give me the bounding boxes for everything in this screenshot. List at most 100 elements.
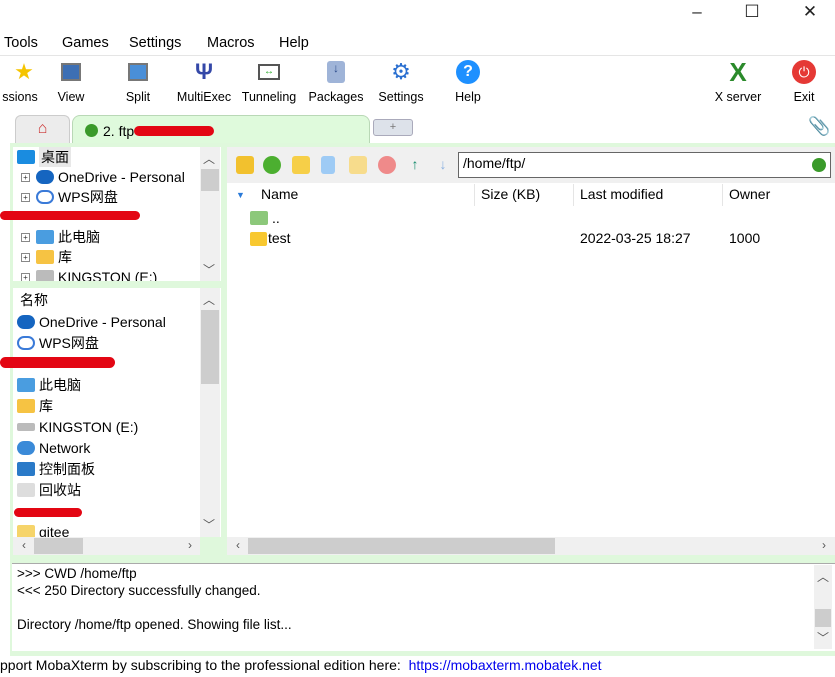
power-icon: ⏻	[769, 58, 835, 86]
menu-help[interactable]: Help	[279, 35, 309, 51]
cloud-icon	[36, 170, 54, 184]
menu-divider	[0, 55, 835, 56]
computer-icon	[17, 378, 35, 392]
help-button[interactable]: ? Help	[433, 58, 503, 104]
expand-icon[interactable]: +	[21, 172, 30, 182]
local-file-list: 名称 OneDrive - Personal WPS网盘 此电脑 库 KINGS…	[13, 288, 221, 537]
column-header-name[interactable]: Name	[261, 186, 298, 202]
new-folder-icon[interactable]	[292, 156, 310, 174]
tree-item-wps[interactable]: + WPS网盘	[21, 187, 118, 207]
packages-button[interactable]: ↓ Packages	[301, 58, 371, 104]
view-icon	[36, 58, 106, 86]
maximize-button[interactable]: ☐	[737, 2, 767, 22]
upload-icon[interactable]: ↑	[406, 156, 424, 174]
globe-icon	[812, 158, 826, 172]
column-divider	[722, 184, 723, 206]
menu-macros[interactable]: Macros	[207, 35, 255, 51]
view-button[interactable]: View	[36, 58, 106, 104]
tree-item-this-pc[interactable]: + 此电脑	[21, 227, 100, 247]
column-header-modified[interactable]: Last modified	[580, 186, 663, 202]
tree-item-library[interactable]: + 库	[21, 247, 72, 267]
tree-item-desktop[interactable]: 桌面	[17, 147, 71, 167]
drive-icon	[36, 270, 54, 281]
column-header-owner[interactable]: Owner	[729, 186, 770, 202]
remote-pane	[227, 147, 835, 537]
computer-icon	[36, 230, 54, 244]
split-icon	[103, 58, 173, 86]
mobatek-link[interactable]: https://mobaxterm.mobatek.net	[409, 657, 602, 673]
network-icon	[17, 441, 35, 455]
redaction-mark	[134, 125, 215, 136]
list-item[interactable]: WPS网盘	[17, 333, 99, 353]
list-item[interactable]: Network	[17, 438, 90, 458]
menu-tools[interactable]: Tools	[4, 35, 38, 51]
menu-games[interactable]: Games	[62, 35, 109, 51]
parent-folder-icon	[250, 211, 268, 225]
list-item[interactable]: KINGSTON (E:)	[17, 417, 138, 437]
table-row[interactable]: test 2022-03-25 18:27 1000	[250, 229, 830, 249]
column-divider	[474, 184, 475, 206]
expand-icon[interactable]: +	[21, 192, 30, 202]
list-item[interactable]: 库	[17, 396, 53, 416]
settings-button[interactable]: ⚙ Settings	[366, 58, 436, 104]
list-scrollbar[interactable]: ︿ ﹀	[200, 288, 220, 537]
ftp-session-tab[interactable]: 2. ftp	[72, 115, 370, 145]
delete-icon[interactable]	[378, 156, 396, 174]
sessions-button[interactable]: ★ ssions	[0, 58, 40, 104]
close-button[interactable]: ✕	[795, 2, 825, 22]
star-icon: ★	[14, 59, 34, 84]
tunneling-button[interactable]: ↔ Tunneling	[234, 58, 304, 104]
split-button[interactable]: Split	[103, 58, 173, 104]
help-icon: ?	[433, 58, 503, 86]
list-item[interactable]: gitee	[17, 522, 69, 537]
column-header-name[interactable]: 名称	[20, 290, 48, 310]
expand-icon[interactable]: +	[21, 272, 30, 281]
expand-icon[interactable]: +	[21, 232, 30, 242]
sort-arrow-icon: ▼	[236, 190, 245, 200]
recycle-bin-icon	[17, 483, 35, 497]
refresh-icon[interactable]	[263, 156, 281, 174]
redaction-mark	[0, 357, 115, 368]
tree-item-onedrive[interactable]: + OneDrive - Personal	[21, 167, 185, 187]
desktop-icon	[17, 150, 35, 164]
packages-icon: ↓	[301, 58, 371, 86]
list-h-scrollbar[interactable]: ‹ ›	[13, 537, 200, 555]
menu-settings[interactable]: Settings	[129, 35, 181, 51]
multiexec-button[interactable]: Ψ MultiExec	[169, 58, 239, 104]
gear-icon: ⚙	[391, 59, 411, 84]
log-line: <<< 250 Directory successfully changed.	[17, 583, 261, 598]
paperclip-icon[interactable]: 📎	[808, 116, 830, 137]
home-tab[interactable]: ⌂	[15, 115, 70, 143]
cloud-outline-icon	[17, 336, 35, 350]
globe-icon	[85, 124, 98, 137]
tree-item-kingston[interactable]: + KINGSTON (E:)	[21, 267, 157, 281]
library-icon	[17, 399, 35, 413]
parent-folder-icon[interactable]	[236, 156, 254, 174]
tree-scrollbar[interactable]: ︿ ﹀	[200, 147, 220, 281]
redaction-mark	[14, 508, 82, 517]
log-scrollbar[interactable]: ︿ ﹀	[814, 565, 832, 649]
expand-icon[interactable]: +	[21, 252, 30, 262]
list-item[interactable]: OneDrive - Personal	[17, 312, 166, 332]
cloud-icon	[17, 315, 35, 329]
remote-h-scrollbar[interactable]: ‹ ›	[227, 537, 835, 555]
multiexec-icon: Ψ	[195, 59, 213, 84]
status-bar: pport MobaXterm by subscribing to the pr…	[0, 657, 602, 673]
folder-icon	[250, 232, 267, 246]
open-folder-icon[interactable]	[349, 156, 367, 174]
minimize-button[interactable]: –	[682, 2, 712, 22]
x-server-button[interactable]: XX server	[703, 57, 773, 105]
table-row[interactable]: ..	[250, 208, 280, 228]
list-item[interactable]: 控制面板	[17, 459, 95, 479]
list-item[interactable]: 此电脑	[17, 375, 81, 395]
new-tab-button[interactable]: +	[373, 119, 413, 136]
log-line: Directory /home/ftp opened. Showing file…	[17, 617, 292, 632]
redaction-mark	[0, 211, 140, 220]
remote-path-input[interactable]: /home/ftp/	[458, 152, 831, 178]
list-item[interactable]: 回收站	[17, 480, 81, 500]
exit-button[interactable]: ⏻ Exit	[769, 58, 835, 104]
download-icon[interactable]: ↓	[434, 156, 452, 174]
new-file-icon[interactable]	[321, 156, 335, 174]
drive-icon	[17, 423, 35, 431]
column-header-size[interactable]: Size (KB)	[481, 186, 540, 202]
